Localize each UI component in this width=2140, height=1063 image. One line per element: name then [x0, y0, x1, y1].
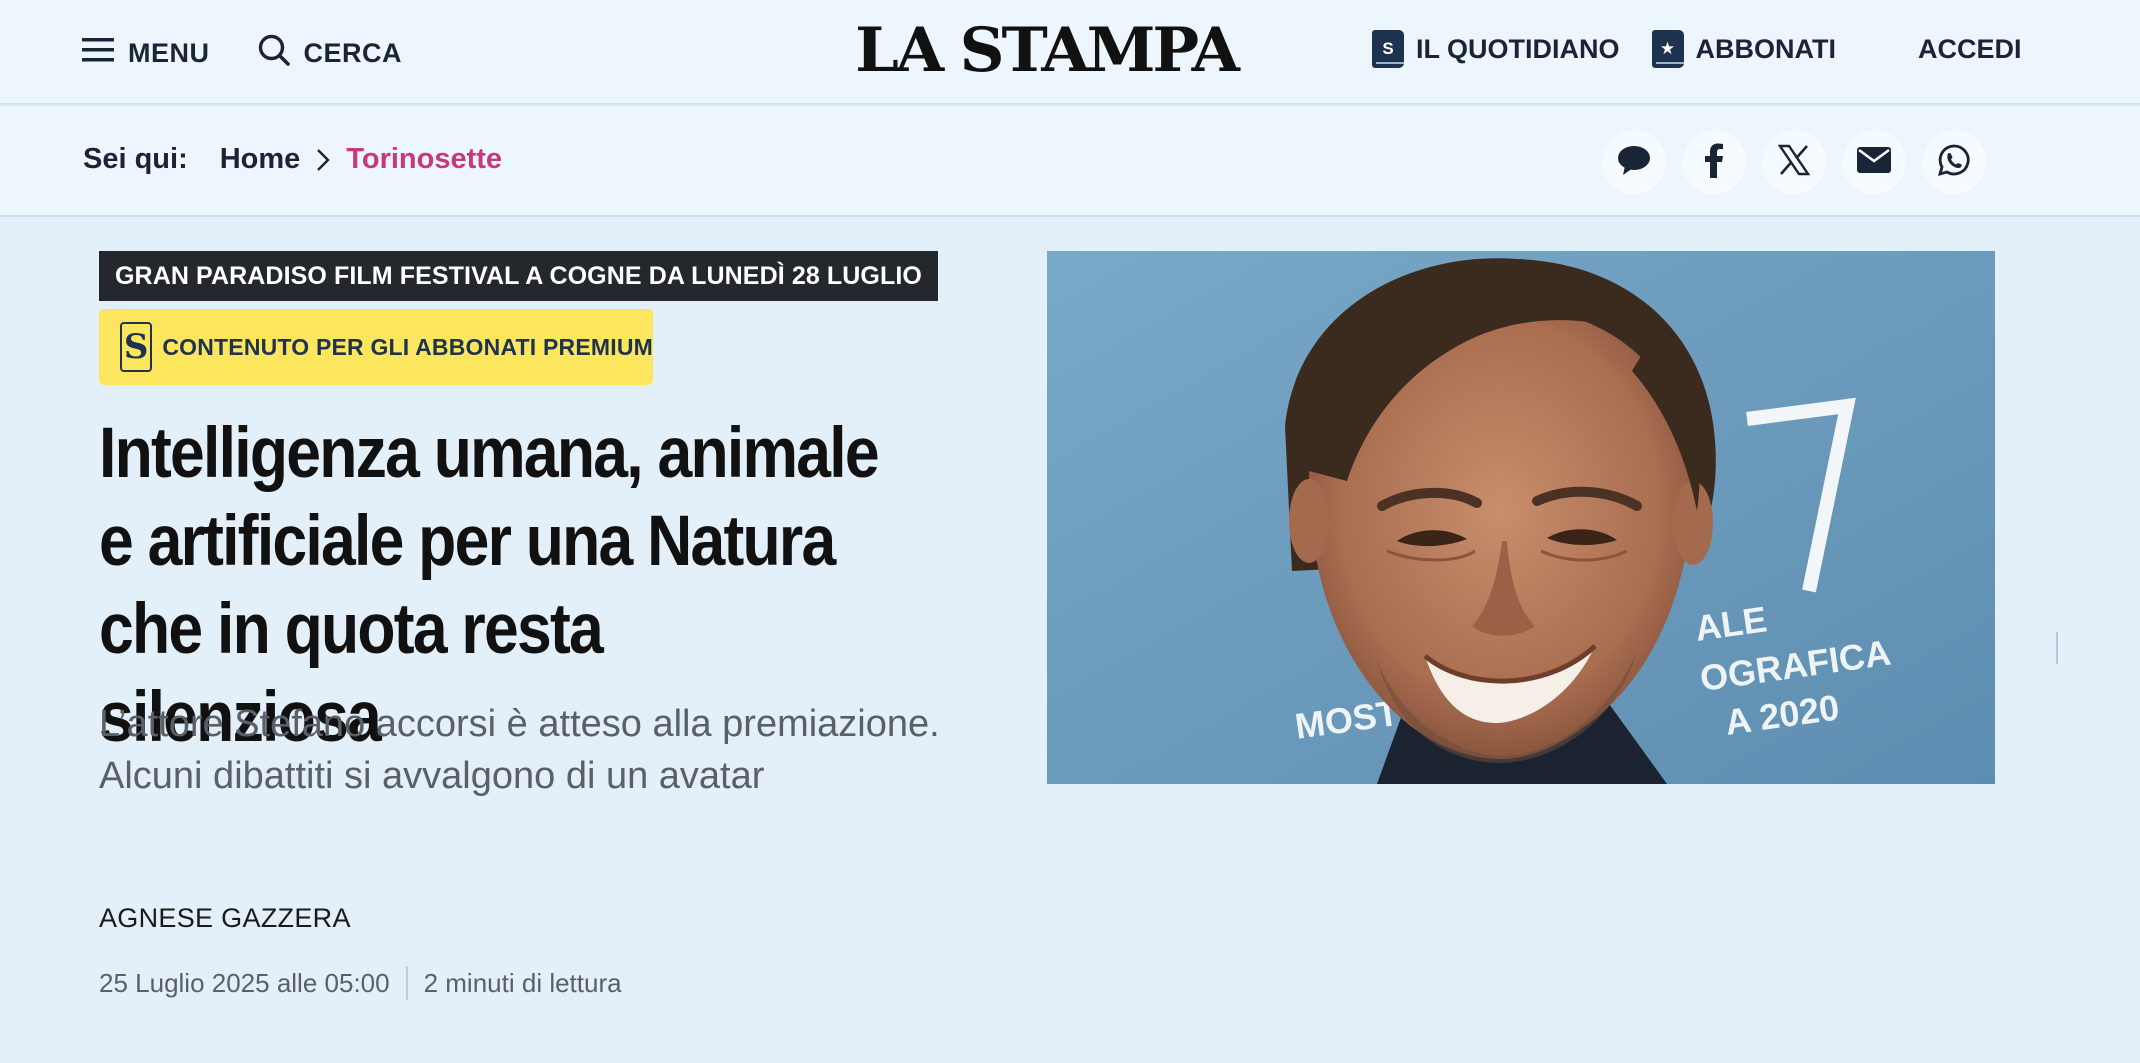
- article-date: 25 Luglio 2025 alle 05:00: [99, 967, 390, 998]
- star-book-icon: ★: [1651, 30, 1684, 68]
- quotidiano-label: IL QUOTIDIANO: [1416, 33, 1620, 64]
- comment-button[interactable]: [1602, 130, 1666, 194]
- comment-icon: [1617, 144, 1651, 181]
- chevron-right-icon: [316, 148, 331, 172]
- hamburger-icon: [82, 36, 114, 71]
- x-share-button[interactable]: [1762, 130, 1826, 194]
- scroll-edge-indicator: [2056, 632, 2058, 664]
- meta-divider: [405, 966, 408, 1000]
- breadcrumb-bar: Sei qui: Home Torinosette: [0, 107, 2140, 217]
- email-icon: [1857, 146, 1891, 178]
- search-button[interactable]: CERCA: [258, 34, 403, 73]
- newspaper-book-icon: S: [1372, 30, 1404, 68]
- premium-s-icon: S: [120, 322, 153, 372]
- article-meta: 25 Luglio 2025 alle 05:00 2 minuti di le…: [99, 966, 622, 1000]
- la-stampa-logo[interactable]: LA STAMPA: [824, 18, 1269, 84]
- menu-label: MENU: [128, 38, 210, 68]
- breadcrumb-home-link[interactable]: Home: [220, 143, 301, 176]
- menu-button[interactable]: MENU: [82, 36, 210, 71]
- top-navigation: MENU CERCA LA STAMPA S IL QUOTIDIANO ★ A…: [0, 0, 2140, 105]
- breadcrumb-current-link[interactable]: Torinosette: [346, 143, 502, 176]
- breadcrumb-prefix: Sei qui:: [83, 143, 188, 175]
- x-icon: [1777, 144, 1811, 181]
- abbonati-label: ABBONATI: [1695, 33, 1836, 64]
- nav-left: MENU CERCA: [82, 34, 402, 73]
- share-buttons: [1602, 130, 1986, 194]
- premium-content-badge: S CONTENUTO PER GLI ABBONATI PREMIUM: [99, 309, 653, 385]
- article-author[interactable]: AGNESE GAZZERA: [99, 903, 351, 934]
- breadcrumb: Sei qui: Home Torinosette: [83, 143, 502, 176]
- facebook-share-button[interactable]: [1682, 130, 1746, 194]
- quotidiano-link[interactable]: S IL QUOTIDIANO: [1372, 30, 1620, 68]
- facebook-icon: [1704, 142, 1724, 183]
- whatsapp-icon: [1937, 143, 1971, 182]
- search-label: CERCA: [303, 38, 403, 68]
- article-photo[interactable]: MOST ALE OGRAFICA A 2020: [1047, 251, 1995, 784]
- premium-label: CONTENUTO PER GLI ABBONATI PREMIUM: [162, 333, 653, 360]
- article-kicker[interactable]: GRAN PARADISO FILM FESTIVAL A COGNE DA L…: [99, 251, 938, 301]
- search-icon: [258, 34, 290, 73]
- reading-time: 2 minuti di lettura: [423, 967, 622, 998]
- email-share-button[interactable]: [1842, 130, 1906, 194]
- abbonati-link[interactable]: ★ ABBONATI: [1651, 30, 1836, 68]
- accedi-button[interactable]: ACCEDI: [1918, 34, 2022, 65]
- article-subtitle: L’attore Stefano accorsi è atteso alla p…: [99, 703, 940, 797]
- whatsapp-share-button[interactable]: [1922, 130, 1986, 194]
- nav-right: S IL QUOTIDIANO ★ ABBONATI: [1372, 30, 1836, 68]
